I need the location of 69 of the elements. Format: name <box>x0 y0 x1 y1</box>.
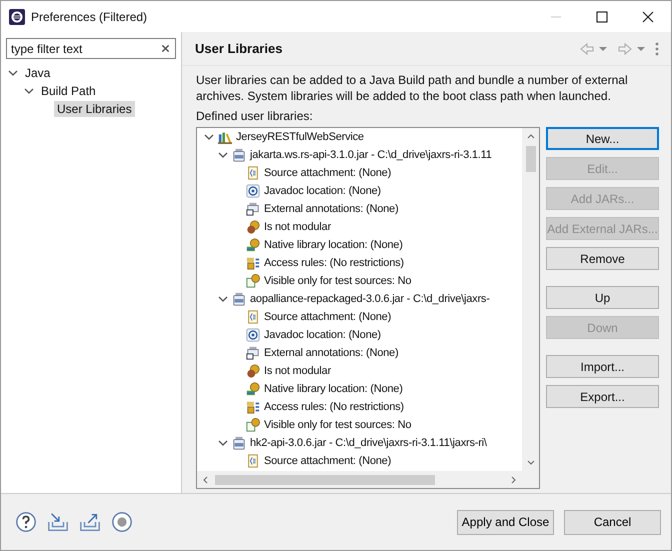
tree-item[interactable]: Source attachment: (None) <box>264 167 392 179</box>
tree-item[interactable]: Native library location: (None) <box>264 239 403 251</box>
scroll-left-icon[interactable] <box>202 476 210 484</box>
tree-item[interactable]: Native library location: (None) <box>264 383 403 395</box>
chevron-icon[interactable] <box>24 86 34 96</box>
jar-icon <box>246 202 260 216</box>
tree-item[interactable]: Build Path <box>38 83 99 99</box>
tree-item[interactable]: Access rules: (No restrictions) <box>264 401 404 413</box>
tree-item[interactable]: User Libraries <box>54 101 135 117</box>
jar-icon <box>232 148 246 162</box>
jar-icon <box>232 436 246 450</box>
clear-icon[interactable] <box>161 44 170 53</box>
tree-item[interactable]: JerseyRESTfulWebService <box>236 131 364 143</box>
tree-item[interactable]: Source attachment: (None) <box>264 311 392 323</box>
scroll-down-icon[interactable] <box>526 458 534 466</box>
tree-item[interactable]: Javadoc location: (None) <box>264 185 381 197</box>
page-title: User Libraries <box>195 41 282 56</box>
chevron-icon[interactable] <box>204 132 214 142</box>
chevron-icon[interactable] <box>218 150 228 160</box>
dialog-button[interactable]: Cancel <box>564 510 661 534</box>
tree-item[interactable]: Access rules: (No restrictions) <box>264 257 404 269</box>
caret-icon[interactable] <box>599 44 607 52</box>
at-sign-icon <box>246 184 260 198</box>
tree-item[interactable]: Is not modular <box>264 221 331 233</box>
tree-item[interactable]: jakarta.ws.rs-api-3.1.0.jar - C:\d_drive\jaxrs-ri-3.1.11 <box>250 149 492 161</box>
tree-item[interactable]: Visible only for test sources: No <box>264 275 412 287</box>
tree-item[interactable]: Javadoc location: (None) <box>264 329 381 341</box>
help-icon[interactable] <box>15 511 37 533</box>
chevron-icon[interactable] <box>8 68 18 78</box>
window-title: Preferences (Filtered) <box>31 10 148 24</box>
scroll-up-icon[interactable] <box>526 133 534 141</box>
chevron-icon[interactable] <box>218 438 228 448</box>
side-button[interactable]: Export... <box>546 385 659 408</box>
tree-item[interactable]: aopalliance-repackaged-3.0.6.jar - C:\d_drive\jaxrs- <box>250 293 490 305</box>
caret-icon[interactable] <box>637 44 645 52</box>
scroll-thumb[interactable] <box>526 146 536 172</box>
document-icon <box>246 166 260 180</box>
menu-icon[interactable] <box>655 42 659 56</box>
dialog-button[interactable]: Apply and Close <box>457 510 554 534</box>
at-sign-icon <box>246 328 260 342</box>
side-button[interactable]: Remove <box>546 247 659 270</box>
tree-item[interactable]: Source attachment: (None) <box>264 455 392 467</box>
tree-item[interactable]: External annotations: (None) <box>264 347 398 359</box>
tree-item[interactable]: Java <box>22 65 54 81</box>
side-button[interactable]: New... <box>546 127 659 150</box>
scroll-thumb[interactable] <box>215 474 435 484</box>
vertical-scrollbar[interactable] <box>522 128 539 471</box>
jar-icon <box>246 346 260 360</box>
side-button[interactable]: Import... <box>546 355 659 378</box>
horizontal-scrollbar[interactable] <box>197 471 539 488</box>
app-icon <box>9 8 25 24</box>
record-icon[interactable] <box>111 511 133 533</box>
jar-icon <box>232 292 246 306</box>
tree-item[interactable]: External annotations: (None) <box>264 203 398 215</box>
tree-item[interactable]: Visible only for test sources: No <box>264 419 412 431</box>
list-label: Defined user libraries: <box>196 108 314 124</box>
filter-field[interactable]: type filter text <box>6 38 176 59</box>
scroll-right-icon[interactable] <box>509 476 517 484</box>
export-icon[interactable] <box>79 511 101 533</box>
tree-item[interactable]: hk2-api-3.0.6.jar - C:\d_drive\jaxrs-ri-3.1.11\jaxrs-ri\ <box>250 437 487 449</box>
document-icon <box>246 310 260 324</box>
library-tree[interactable] <box>196 127 540 489</box>
books-icon <box>218 130 232 144</box>
chevron-icon[interactable] <box>218 294 228 304</box>
import-icon[interactable] <box>47 511 69 533</box>
document-icon <box>246 454 260 468</box>
tree-item[interactable]: Is not modular <box>264 365 331 377</box>
description-text: User libraries can be added to a Java Build path and bundle a number of external archives. System libraries will be added to the boot class path when launched. <box>196 72 629 104</box>
side-button[interactable]: Up <box>546 286 659 309</box>
